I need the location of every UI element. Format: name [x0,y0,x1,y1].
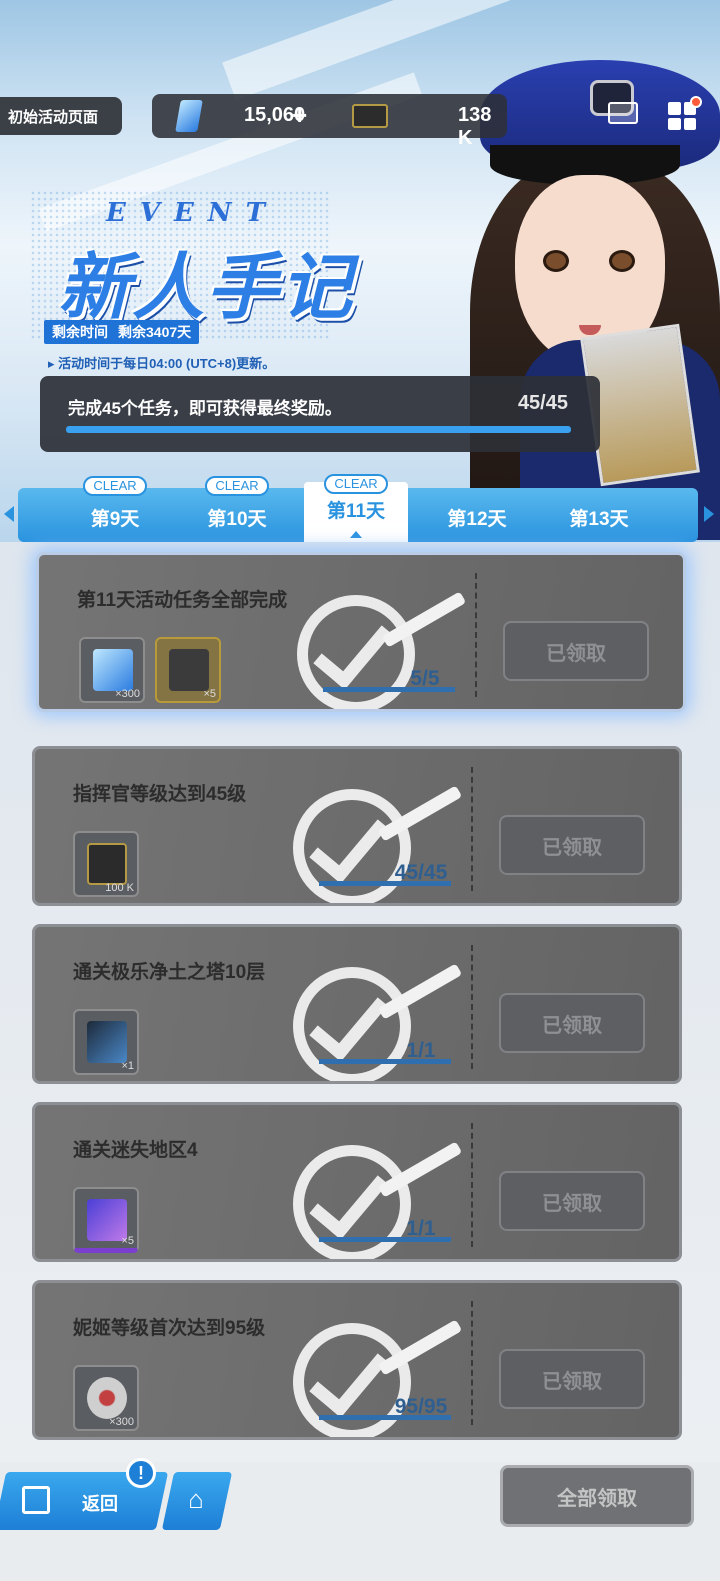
back-label: 返回 [82,1494,118,1514]
credit-count: 138 K [458,104,492,149]
remaining-time: 剩余时间 剩余3407天 [44,320,200,344]
tab-day-12[interactable]: 第12天 [422,488,532,542]
mission-count: 45/45 [517,392,568,414]
tab-day-11[interactable]: CLEAR 第11天 [304,474,408,542]
tab-label: 第9天 [90,509,140,530]
tab-label: 第10天 [207,509,267,530]
add-gem-button[interactable]: + [292,100,307,131]
task-card: 妮姬等级首次达到95级 ×300 95/95 已领取 [32,1280,682,1440]
reward-item[interactable]: ×5 [155,637,221,703]
check-stamp-icon [293,789,411,903]
task-progress: 45/45 [394,861,448,884]
task-title: 第11天活动任务全部完成 [77,590,288,611]
blue-crystal-icon [175,100,203,132]
task-progress: 5/5 [410,667,440,690]
task-title: 妮姬等级首次达到95级 [73,1318,266,1339]
mail-icon[interactable] [608,102,638,124]
tab-prev-arrow-icon[interactable] [4,506,14,522]
task-title: 指挥官等级达到45级 [73,784,247,805]
clear-badge: CLEAR [83,476,147,496]
exit-door-icon [22,1486,50,1514]
mission-progress-bar [66,426,571,433]
claimed-button[interactable]: 已领取 [503,621,649,681]
check-stamp-icon [293,1323,411,1437]
task-card: 通关迷失地区4 ×5 1/1 已领取 [32,1102,682,1262]
day-tabs: CLEAR 第9天 CLEAR 第10天 CLEAR 第11天 第12天 第13… [18,474,698,542]
check-stamp-icon [297,595,415,709]
event-subtitle: EVENT [106,198,279,228]
tab-next-arrow-icon[interactable] [704,506,714,522]
task-card: 通关极乐净土之塔10层 ×1 1/1 已领取 [32,924,682,1084]
claimed-button[interactable]: 已领取 [499,1171,645,1231]
time-value: 剩余3407天 [118,324,192,340]
claim-all-button[interactable]: 全部领取 [500,1465,694,1527]
reward-item[interactable]: ×300 [79,637,145,703]
tab-label: 第12天 [447,509,507,530]
task-title: 通关极乐净土之塔10层 [73,962,266,983]
claimed-button[interactable]: 已领取 [499,993,645,1053]
claimed-button[interactable]: 已领取 [499,815,645,875]
task-card: 第11天活动任务全部完成 ×300 ×5 5/5 已领取 [36,552,686,712]
check-stamp-icon [293,967,411,1081]
notice-badge[interactable]: ! [126,1458,156,1488]
mission-text: 完成45个任务，即可获得最终奖励。 [68,399,342,418]
clear-badge: CLEAR [324,474,388,494]
event-page-button[interactable]: 初始活动页面 [0,97,122,135]
update-note: ▸ 活动时间于每日04:00 (UTC+8)更新。 [48,356,276,371]
task-title: 通关迷失地区4 [73,1140,198,1161]
reward-item[interactable]: ×5 [73,1187,139,1253]
reward-item[interactable]: 100 K [73,831,139,897]
home-icon: ⌂ [188,1484,204,1514]
tab-day-9[interactable]: CLEAR 第9天 [60,476,170,542]
credit-ticket-icon [352,104,388,128]
active-caret-icon [350,531,362,538]
notification-dot [690,96,702,108]
tab-day-13[interactable]: 第13天 [544,488,654,542]
reward-item[interactable]: ×1 [73,1009,139,1075]
check-stamp-icon [293,1145,411,1259]
currency-bar: 15,060 + 138 K [152,94,507,149]
clear-badge: CLEAR [205,476,269,496]
tab-label: 第13天 [569,509,629,530]
claimed-button[interactable]: 已领取 [499,1349,645,1409]
mission-progress-panel: 完成45个任务，即可获得最终奖励。 45/45 [40,376,600,452]
task-card: 指挥官等级达到45级 100 K 45/45 已领取 [32,746,682,906]
task-progress: 1/1 [406,1039,436,1062]
task-progress: 1/1 [406,1217,436,1240]
reward-item[interactable]: ×300 [73,1365,139,1431]
event-title: 新人手记 [58,248,355,328]
tab-label: 第11天 [326,501,386,522]
time-label: 剩余时间 [52,324,108,340]
task-progress: 95/95 [394,1395,448,1418]
tab-day-10[interactable]: CLEAR 第10天 [182,476,292,542]
